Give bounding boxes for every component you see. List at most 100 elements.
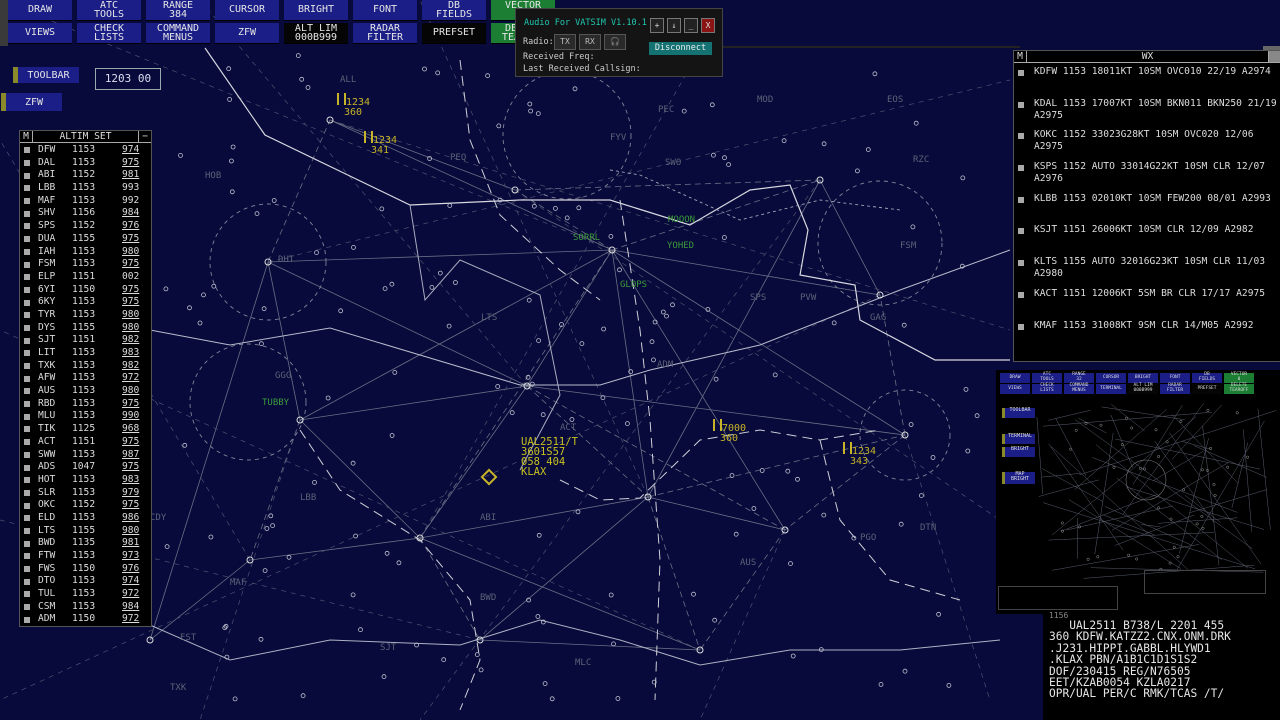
altim-row[interactable]: SWW 1153 987 — [20, 449, 151, 462]
altim-row[interactable]: 6YI 1150 975 — [20, 284, 151, 297]
altim-row[interactable]: DYS 1155 980 — [20, 322, 151, 335]
wx-menu-button[interactable]: M — [1014, 51, 1027, 62]
altim-value: 975 — [122, 397, 140, 409]
ual2511-datablock[interactable]: UAL2511/T 3601S57 058 404 KLAX — [521, 437, 578, 478]
altim-time: 1153 — [72, 600, 96, 612]
altim-airport: ACT — [38, 435, 56, 447]
altim-row[interactable]: ELP 1151 002 — [20, 271, 151, 284]
altim-row[interactable]: IAH 1153 980 — [20, 246, 151, 259]
altim-row[interactable]: DFW 1153 974 — [20, 144, 151, 157]
dcb-button-views[interactable]: VIEWS — [8, 23, 72, 44]
headset-icon[interactable]: 🎧 — [604, 34, 626, 50]
fix-label: DHT — [278, 255, 295, 265]
wx-item[interactable]: KSPS 1152 AUTO 33014G22KT 10SM CLR 12/07… — [1014, 159, 1280, 191]
altim-row[interactable]: MAF 1153 992 — [20, 195, 151, 208]
wx-item[interactable]: KLBB 1153 02010KT 10SM FEW200 08/01 A299… — [1014, 191, 1280, 223]
wx-item[interactable]: KDFW 1153 18011KT 10SM OVC010 22/19 A297… — [1014, 64, 1280, 96]
wx-item[interactable]: KSJT 1151 26006KT 10SM CLR 12/09 A2982 — [1014, 222, 1280, 254]
wx-item[interactable]: KDAL 1153 17007KT 10SM BKN011 BKN250 21/… — [1014, 96, 1280, 128]
dcb-button-range-384[interactable]: RANGE 384 — [146, 0, 210, 21]
navaid-symbol — [226, 66, 232, 72]
altim-row[interactable]: SHV 1156 984 — [20, 207, 151, 220]
wx-metar-text: KDAL 1153 17007KT 10SM BKN011 BKN250 21/… — [1034, 97, 1277, 121]
altim-row[interactable]: DTO 1153 974 — [20, 575, 151, 588]
altim-row[interactable]: BWD 1135 981 — [20, 537, 151, 550]
altim-row[interactable]: OKC 1152 975 — [20, 499, 151, 512]
altim-row[interactable]: MLU 1153 990 — [20, 410, 151, 423]
radar-scope[interactable]: SORRL MOOON YOHED GLOPS TUBBY ALL PEC EOS MOD RZC… — [0, 0, 1280, 720]
dcb-button-cursor[interactable]: CURSOR — [215, 0, 279, 21]
altim-row[interactable]: ABI 1152 981 — [20, 169, 151, 182]
wx-item[interactable]: KLTS 1155 AUTO 32016G23KT 10SM CLR 11/03… — [1014, 254, 1280, 286]
wx-item[interactable]: KOKC 1152 33023G28KT 10SM OVC020 12/06 A… — [1014, 127, 1280, 159]
target-1[interactable]: 1234 360 — [337, 93, 370, 118]
wx-item[interactable]: KMAF 1153 31008KT 9SM CLR 14/M05 A2992 — [1014, 318, 1280, 350]
altim-row[interactable]: ELD 1153 986 — [20, 512, 151, 525]
dcb-button-bright[interactable]: BRIGHT — [284, 0, 348, 21]
altim-row[interactable]: DUA 1155 975 — [20, 233, 151, 246]
wx-title[interactable]: WX — [1027, 51, 1268, 62]
dcb-button-draw[interactable]: DRAW — [8, 0, 72, 21]
dcb-button-font[interactable]: FONT — [353, 0, 417, 21]
altim-row[interactable]: FTW 1153 973 — [20, 550, 151, 563]
airway-line — [299, 385, 528, 421]
altim-row[interactable]: LTS 1155 980 — [20, 525, 151, 538]
altim-row[interactable]: TYR 1153 980 — [20, 309, 151, 322]
altim-row[interactable]: LIT 1153 983 — [20, 347, 151, 360]
dcb-button-prefset[interactable]: PREFSET — [422, 23, 486, 44]
audio-down-button[interactable]: ↓ — [667, 18, 681, 33]
altim-row[interactable]: ACT 1151 975 — [20, 436, 151, 449]
altim-row[interactable]: FSM 1153 975 — [20, 258, 151, 271]
wx-item[interactable]: KACT 1151 12006KT 5SM BR CLR 17/17 A2975 — [1014, 286, 1280, 318]
tearoff-terminal-button[interactable]: TERMINAL — [1002, 434, 1035, 444]
dcb-button-zfw[interactable]: ZFW — [215, 23, 279, 44]
altim-minimize-button[interactable]: − — [138, 131, 151, 142]
altim-row[interactable]: HOT 1153 983 — [20, 474, 151, 487]
altim-title[interactable]: ALTIM SET — [33, 131, 138, 142]
dcb-button-check-lists[interactable]: CHECK LISTS — [77, 23, 141, 44]
audio-plus-button[interactable]: + — [650, 18, 664, 33]
altim-menu-button[interactable]: M — [20, 131, 33, 142]
tearoff-map-line — [1157, 455, 1161, 458]
altim-row[interactable]: TUL 1153 972 — [20, 588, 151, 601]
altim-row[interactable]: TXK 1153 982 — [20, 360, 151, 373]
altim-airport: FWS — [38, 562, 56, 574]
disconnect-button[interactable]: Disconnect — [649, 42, 712, 55]
dcb-handle[interactable] — [0, 0, 8, 46]
altim-row[interactable]: TIK 1125 968 — [20, 423, 151, 436]
altim-row[interactable]: SPS 1152 976 — [20, 220, 151, 233]
dcb-button-db-fields[interactable]: DB FIELDS — [422, 0, 486, 21]
target-4[interactable]: 1234 343 — [843, 442, 876, 467]
tx-button[interactable]: TX — [554, 34, 576, 50]
altim-row[interactable]: SLR 1153 979 — [20, 487, 151, 500]
altim-row[interactable]: ADM 1150 972 — [20, 613, 151, 626]
altim-row[interactable]: ADS 1047 975 — [20, 461, 151, 474]
altim-row[interactable]: AUS 1153 980 — [20, 385, 151, 398]
audio-minimize-button[interactable]: _ — [684, 18, 698, 33]
dcb-button-atc-tools[interactable]: ATC TOOLS — [77, 0, 141, 21]
zfw-button[interactable]: ZFW — [1, 93, 62, 111]
altim-row[interactable]: DAL 1153 975 — [20, 157, 151, 170]
altim-time: 1156 — [72, 207, 96, 219]
altim-row[interactable]: 6KY 1153 975 — [20, 296, 151, 309]
audio-close-button[interactable]: X — [701, 18, 715, 33]
tearoff-scope[interactable]: DRAW VIEWS ATC TOOLS CHECK LISTS RANGE 32 COM… — [996, 370, 1280, 614]
altim-row[interactable]: AFW 1153 972 — [20, 372, 151, 385]
dcb-button-radar-filter[interactable]: RADAR FILTER — [353, 23, 417, 44]
dcb-button-alt-lim-000b999[interactable]: ALT LIM 000B999 — [284, 23, 348, 44]
target-2[interactable]: 1234 341 — [364, 131, 397, 156]
tearoff-toolbar-button[interactable]: TOOLBAR — [1002, 408, 1035, 418]
tearoff-mapbright-button[interactable]: MAP BRIGHT — [1002, 472, 1035, 484]
rx-button[interactable]: RX — [579, 34, 601, 50]
altim-row[interactable]: LBB 1153 993 — [20, 182, 151, 195]
altim-row[interactable]: RBD 1153 975 — [20, 398, 151, 411]
dcb-button-command-menus[interactable]: COMMAND MENUS — [146, 23, 210, 44]
altim-row[interactable]: SJT 1151 982 — [20, 334, 151, 347]
navaid-symbol — [960, 175, 966, 181]
toolbar-button[interactable]: TOOLBAR — [13, 67, 79, 83]
tearoff-bright-button[interactable]: BRIGHT — [1002, 447, 1035, 457]
target-3[interactable]: 7000 360 — [713, 419, 746, 444]
altim-row[interactable]: FWS 1150 976 — [20, 563, 151, 576]
wx-scrollbar[interactable] — [1268, 51, 1280, 62]
altim-row[interactable]: CSM 1153 984 — [20, 601, 151, 614]
